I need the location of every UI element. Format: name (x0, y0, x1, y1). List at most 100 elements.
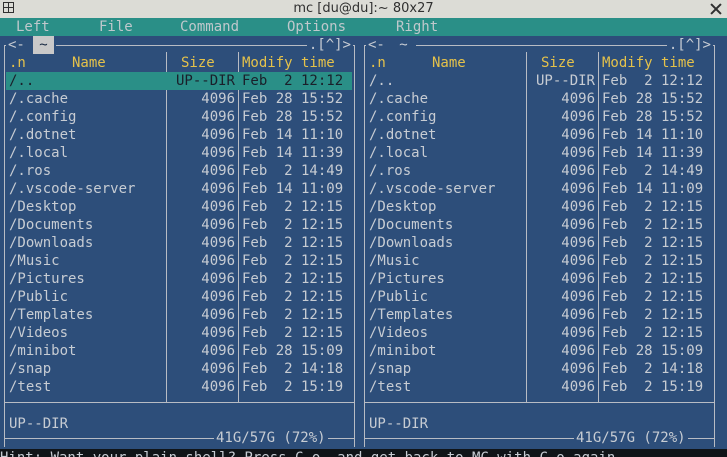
file-row[interactable]: /Templates 4096 Feb 2 12:15 (360, 306, 719, 324)
file-row[interactable]: /.. UP--DIR Feb 2 12:12 (0, 72, 359, 90)
file-modify-time: Feb 2 12:15 (602, 289, 704, 305)
file-size: 4096 (201, 181, 235, 197)
file-row[interactable]: /Public 4096 Feb 2 12:15 (360, 288, 719, 306)
file-name: /Documents (9, 217, 94, 233)
file-size: 4096 (561, 163, 595, 179)
file-name: /.local (9, 145, 69, 161)
file-row[interactable]: /.dotnet 4096 Feb 14 11:10 (360, 126, 719, 144)
column-header-name[interactable]: Name (72, 54, 106, 72)
file-row[interactable]: /.dotnet 4096 Feb 14 11:10 (0, 126, 359, 144)
file-row[interactable]: /Videos 4096 Feb 2 12:15 (360, 324, 719, 342)
menu-left[interactable]: Left (16, 18, 50, 36)
file-size: 4096 (201, 361, 235, 377)
close-icon[interactable] (710, 3, 722, 15)
sort-indicator[interactable]: .n (369, 54, 386, 72)
panel-border-top (4, 45, 355, 46)
column-header-name[interactable]: Name (432, 54, 466, 72)
file-row[interactable]: /Public 4096 Feb 2 12:15 (0, 288, 359, 306)
file-size: 4096 (561, 325, 595, 341)
history-arrows[interactable]: <- (8, 37, 25, 53)
window-menu-icon[interactable] (3, 2, 14, 13)
file-row[interactable]: /.. UP--DIR Feb 2 12:12 (360, 72, 719, 90)
file-row[interactable]: /test 4096 Feb 2 15:19 (0, 378, 359, 396)
file-modify-time: Feb 28 15:52 (242, 109, 344, 125)
file-size: 4096 (561, 109, 595, 125)
right-panel[interactable]: <- ~ .[^]> .n Name Size Modify time /.. U… (360, 36, 719, 457)
left-panel[interactable]: <- ~ .[^]> .n Name Size Modify time /.. U… (0, 36, 359, 457)
file-row[interactable]: /.cache 4096 Feb 28 15:52 (360, 90, 719, 108)
file-row[interactable]: /Documents 4096 Feb 2 12:15 (360, 216, 719, 234)
file-size: 4096 (201, 235, 235, 251)
file-name: /test (9, 379, 52, 395)
file-row[interactable]: /.ros 4096 Feb 2 14:49 (0, 162, 359, 180)
file-row[interactable]: /Videos 4096 Feb 2 12:15 (0, 324, 359, 342)
file-row[interactable]: /Pictures 4096 Feb 2 12:15 (0, 270, 359, 288)
menu-file[interactable]: File (99, 18, 133, 36)
file-modify-time: Feb 14 11:10 (602, 127, 704, 143)
sort-indicator[interactable]: .n (9, 54, 26, 72)
panel-top-left: <- ~ (366, 36, 416, 54)
file-name: /Videos (9, 325, 69, 341)
file-modify-time: Feb 2 12:12 (602, 73, 704, 89)
file-row[interactable]: /.vscode-server 4096 Feb 14 11:09 (0, 180, 359, 198)
file-row[interactable]: /Pictures 4096 Feb 2 12:15 (360, 270, 719, 288)
file-row[interactable]: /Desktop 4096 Feb 2 12:15 (360, 198, 719, 216)
file-row[interactable]: /Downloads 4096 Feb 2 12:15 (360, 234, 719, 252)
file-size: UP--DIR (535, 73, 595, 89)
file-size: 4096 (201, 199, 235, 215)
file-row[interactable]: /Documents 4096 Feb 2 12:15 (0, 216, 359, 234)
file-name: /Desktop (9, 199, 77, 215)
file-size: 4096 (561, 127, 595, 143)
file-size: 4096 (561, 199, 595, 215)
menu-options[interactable]: Options (287, 18, 346, 36)
menu-command[interactable]: Command (180, 18, 239, 36)
column-header-modify[interactable]: Modify time (242, 54, 335, 72)
file-row[interactable]: /.vscode-server 4096 Feb 14 11:09 (360, 180, 719, 198)
column-header-size[interactable]: Size (181, 54, 215, 72)
file-row[interactable]: /.config 4096 Feb 28 15:52 (0, 108, 359, 126)
file-row[interactable]: /Music 4096 Feb 2 12:15 (360, 252, 719, 270)
file-row[interactable]: /Desktop 4096 Feb 2 12:15 (0, 198, 359, 216)
file-row[interactable]: /.local 4096 Feb 14 11:39 (0, 144, 359, 162)
file-size: 4096 (561, 253, 595, 269)
panel-path[interactable]: ~ (393, 36, 413, 54)
file-name: /Videos (369, 325, 429, 341)
file-size: 4096 (561, 307, 595, 323)
file-size: 4096 (561, 289, 595, 305)
title-bar: mc [du@du]:~ 80x27 (0, 0, 727, 18)
column-header-modify[interactable]: Modify time (602, 54, 695, 72)
file-row[interactable]: /minibot 4096 Feb 28 15:09 (360, 342, 719, 360)
file-row[interactable]: /Templates 4096 Feb 2 12:15 (0, 306, 359, 324)
file-size: 4096 (201, 271, 235, 287)
file-size: 4096 (201, 145, 235, 161)
file-row[interactable]: /.cache 4096 Feb 28 15:52 (0, 90, 359, 108)
file-modify-time: Feb 2 12:15 (602, 217, 704, 233)
file-size: 4096 (561, 361, 595, 377)
file-size: 4096 (561, 379, 595, 395)
panel-hotlist-controls[interactable]: .[^]> (666, 36, 713, 54)
file-row[interactable]: /.config 4096 Feb 28 15:52 (360, 108, 719, 126)
file-row[interactable]: /snap 4096 Feb 2 14:18 (360, 360, 719, 378)
file-modify-time: Feb 2 15:19 (242, 379, 344, 395)
file-name: /Public (369, 289, 429, 305)
file-modify-time: Feb 14 11:39 (602, 145, 704, 161)
panel-hotlist-controls[interactable]: .[^]> (306, 36, 353, 54)
column-header-size[interactable]: Size (541, 54, 575, 72)
history-arrows[interactable]: <- (368, 37, 385, 53)
file-size: 4096 (201, 253, 235, 269)
file-row[interactable]: /minibot 4096 Feb 28 15:09 (0, 342, 359, 360)
file-row[interactable]: /.local 4096 Feb 14 11:39 (360, 144, 719, 162)
file-row[interactable]: /test 4096 Feb 2 15:19 (360, 378, 719, 396)
file-modify-time: Feb 2 12:15 (242, 235, 344, 251)
menu-right[interactable]: Right (396, 18, 438, 36)
file-modify-time: Feb 14 11:39 (242, 145, 344, 161)
file-name: /.config (369, 109, 437, 125)
panel-path[interactable]: ~ (33, 36, 54, 54)
file-row[interactable]: /Downloads 4096 Feb 2 12:15 (0, 234, 359, 252)
file-row[interactable]: /Music 4096 Feb 2 12:15 (0, 252, 359, 270)
file-size: 4096 (201, 91, 235, 107)
file-size: 4096 (201, 163, 235, 179)
file-row[interactable]: /snap 4096 Feb 2 14:18 (0, 360, 359, 378)
file-name: /.dotnet (9, 127, 77, 143)
file-row[interactable]: /.ros 4096 Feb 2 14:49 (360, 162, 719, 180)
